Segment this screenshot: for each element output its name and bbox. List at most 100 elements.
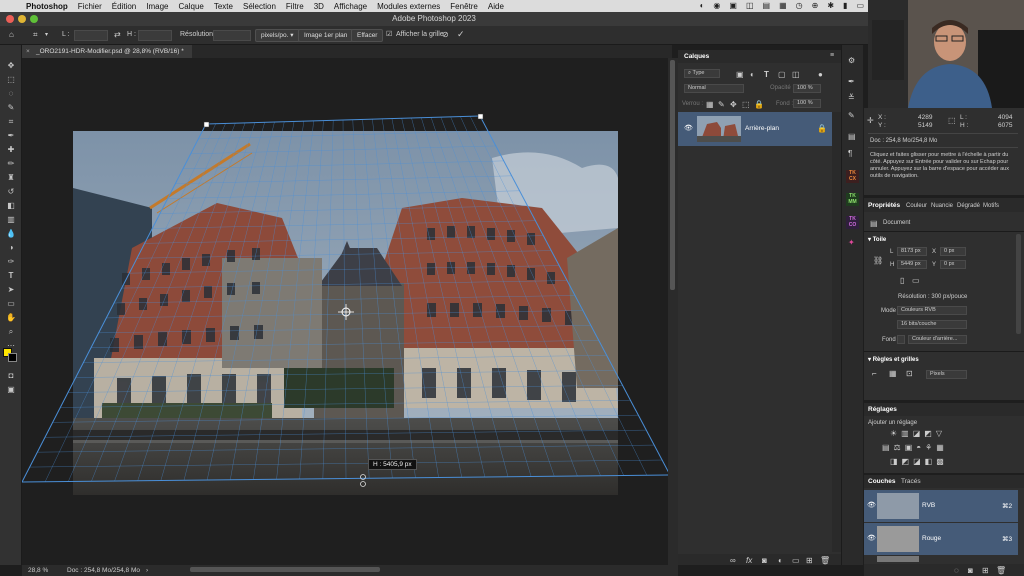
dodge-tool-icon[interactable]: ◑ — [5, 242, 17, 253]
front-image-button[interactable]: Image 1er plan — [298, 29, 354, 42]
bit-depth-select[interactable]: 16 bits/couche — [897, 320, 967, 329]
status-icon[interactable]: ⊕ — [812, 1, 819, 10]
grid-icon[interactable]: ▦ — [889, 369, 897, 378]
lock-artboard-icon[interactable]: ⬚ — [742, 100, 750, 109]
tk-cx-icon[interactable]: TK CX — [846, 170, 859, 183]
status-icon[interactable]: ▣ — [729, 1, 737, 10]
crop-tool-icon[interactable]: ⌗ — [5, 116, 17, 127]
document-canvas[interactable] — [22, 58, 668, 565]
opacity-input[interactable]: 100 % — [793, 84, 821, 93]
rulers-section-toggle[interactable]: ▾ Règles et grilles — [868, 356, 919, 363]
swap-dimensions-icon[interactable]: ⇄ — [114, 30, 121, 39]
visibility-eye-icon[interactable]: 👁 — [867, 501, 876, 509]
canvas-height-input[interactable]: 5449 px — [897, 260, 927, 269]
commit-transform-icon[interactable]: ✓ — [457, 29, 465, 40]
status-icon[interactable]: ✱ — [827, 1, 834, 10]
new-adjustment-icon[interactable]: ◐ — [778, 556, 783, 565]
paragraph-icon[interactable]: ¶ — [848, 149, 852, 158]
home-icon[interactable]: ⌂ — [9, 30, 14, 39]
resolution-unit-select[interactable]: pixels/po. ▾ — [255, 29, 300, 42]
filter-adjust-icon[interactable]: ◐ — [750, 70, 755, 79]
resolution-input[interactable] — [213, 30, 251, 41]
blur-tool-icon[interactable]: 💧 — [5, 228, 17, 239]
tab-layers[interactable]: Calques — [684, 53, 709, 60]
menu-modules-externes[interactable]: Modules externes — [377, 2, 440, 11]
layer-row[interactable]: 👁 Arrière-plan 🔒 — [678, 112, 832, 146]
filter-pixel-icon[interactable]: ▣ — [736, 70, 744, 79]
healing-tool-icon[interactable]: ✚ — [5, 144, 17, 155]
crop-tool-icon[interactable]: ⌗ — [33, 30, 38, 40]
filter-type-icon[interactable]: T — [764, 70, 769, 79]
visibility-eye-icon[interactable]: 👁 — [867, 534, 876, 542]
status-icon[interactable]: ▤ — [763, 1, 771, 10]
horizontal-scrollbar[interactable] — [190, 567, 380, 572]
flag-icon[interactable]: ▮ — [843, 1, 847, 10]
guides-icon[interactable]: ⊡ — [906, 369, 913, 378]
channel-row[interactable]: 👁 RVB ⌘2 — [864, 490, 1018, 522]
status-icon[interactable]: ◫ — [746, 1, 754, 10]
menu-filtre[interactable]: Filtre — [286, 2, 304, 11]
canvas-fill-select[interactable]: Couleur d'arrière... — [908, 335, 967, 344]
type-tool-icon[interactable]: T — [5, 270, 17, 281]
close-tab-icon[interactable]: × — [26, 45, 30, 58]
lasso-tool-icon[interactable]: ◌ — [5, 88, 17, 99]
history-brush-icon[interactable]: ↺ — [5, 186, 17, 197]
menu-affichage[interactable]: Affichage — [334, 2, 367, 11]
adjustment-icons-row-3[interactable]: ◨◩◪◧▩ — [890, 457, 948, 466]
show-grid-checkbox[interactable]: ☑ — [386, 30, 392, 38]
stamp-tool-icon[interactable]: ♜ — [5, 172, 17, 183]
height-input[interactable] — [138, 30, 172, 41]
document-tab[interactable]: × _ORO2191-HDR-Modifier.psd @ 28,8% (RVB… — [22, 45, 192, 58]
width-input[interactable] — [74, 30, 108, 41]
layer-filter-select[interactable]: ⌕ Type — [684, 69, 720, 78]
brush-icon[interactable]: ✎ — [848, 111, 855, 120]
background-color-swatch[interactable] — [8, 353, 17, 362]
load-selection-icon[interactable]: ◌ — [954, 566, 959, 575]
menu-selection[interactable]: Sélection — [243, 2, 276, 11]
new-channel-icon[interactable]: ⊞ — [982, 566, 989, 575]
layer-style-icon[interactable]: fx — [746, 556, 752, 565]
pen-tool-icon[interactable]: ✑ — [5, 256, 17, 267]
orientation-portrait-icon[interactable]: ▯ — [900, 276, 904, 285]
canvas-x-input[interactable]: 0 px — [940, 247, 966, 256]
fill-input[interactable]: 100 % — [793, 99, 821, 108]
visibility-eye-icon[interactable]: 👁 — [684, 124, 693, 132]
menu-fichier[interactable]: Fichier — [78, 2, 102, 11]
quick-mask-icon[interactable]: ◘ — [5, 370, 17, 381]
fill-color-swatch[interactable] — [897, 335, 905, 344]
chevron-right-icon[interactable]: › — [146, 567, 148, 574]
ruler-icon[interactable]: ⌐ — [872, 369, 877, 378]
chevron-down-icon[interactable]: ▾ — [45, 31, 48, 38]
tab-properties[interactable]: Propriétés — [868, 202, 900, 209]
clear-button[interactable]: Effacer — [351, 29, 384, 42]
eyedropper-tool-icon[interactable]: ✒ — [5, 130, 17, 141]
new-layer-icon[interactable]: ⊞ — [806, 556, 813, 565]
delete-channel-icon[interactable]: 🗑 — [996, 566, 1006, 575]
adjustment-icons-row-1[interactable]: ☀▥◪◩▽ — [890, 429, 946, 438]
shape-tool-icon[interactable]: ▭ — [5, 298, 17, 309]
panel-menu-icon[interactable]: ≡ — [830, 52, 834, 59]
adjust-sliders-icon[interactable]: ≚ — [848, 93, 855, 102]
cancel-transform-icon[interactable]: ⊘ — [442, 30, 449, 39]
save-selection-icon[interactable]: ◙ — [968, 566, 973, 575]
link-dimensions-icon[interactable]: ⛓ — [873, 256, 883, 265]
eraser-tool-icon[interactable]: ◧ — [5, 200, 17, 211]
menu-texte[interactable]: Texte — [214, 2, 233, 11]
filter-smart-icon[interactable]: ◫ — [792, 70, 800, 79]
status-icon[interactable]: ▦ — [779, 1, 787, 10]
status-icon[interactable]: ▭ — [856, 1, 864, 10]
layers-scrollbar[interactable] — [832, 112, 841, 552]
canvas-y-input[interactable]: 0 px — [940, 260, 966, 269]
tab-color[interactable]: Couleur — [906, 203, 927, 209]
screen-mode-icon[interactable]: ▣ — [5, 384, 17, 395]
tk-mm-icon[interactable]: TK MM — [846, 193, 859, 206]
new-group-icon[interactable]: ▭ — [792, 556, 800, 565]
quick-select-tool-icon[interactable]: ✎ — [5, 102, 17, 113]
status-icon[interactable]: ◷ — [796, 1, 803, 10]
tab-channels[interactable]: Couches — [868, 478, 895, 485]
info-icon[interactable]: ⚙ — [848, 56, 855, 65]
status-icon[interactable]: ◉ — [713, 1, 720, 10]
path-select-icon[interactable]: ➤ — [5, 284, 17, 295]
filter-shape-icon[interactable]: ▢ — [778, 70, 786, 79]
lock-all-icon[interactable]: 🔒 — [754, 100, 764, 109]
